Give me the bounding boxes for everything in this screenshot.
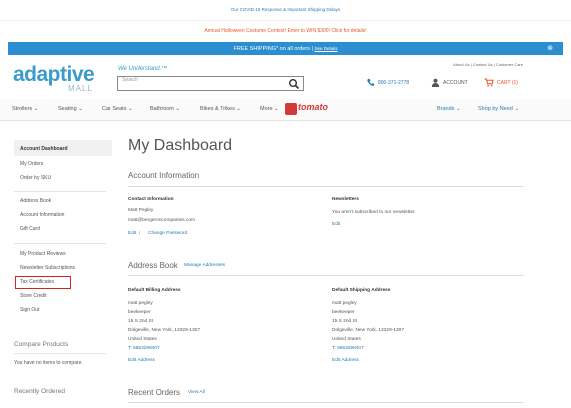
- sidebar-item-account-dashboard[interactable]: Account Dashboard: [20, 146, 68, 152]
- sidebar-item-gift-card[interactable]: Gift Card: [20, 226, 40, 232]
- tomato-brand-logo[interactable]: tomato: [298, 102, 328, 112]
- search-input[interactable]: Search: [117, 76, 304, 91]
- contact-info-label: Contact Information: [128, 197, 174, 202]
- edit-contact-link[interactable]: Edit: [128, 231, 136, 236]
- section-divider: [128, 275, 524, 276]
- shipping-line: Dolgeville, New York, 13329-1307: [332, 328, 404, 333]
- sidebar-divider: [14, 353, 106, 354]
- nav-car-seats[interactable]: Car Seats ⌄: [102, 106, 133, 112]
- tomato-logo-icon: [285, 103, 297, 115]
- compare-products-title: Compare Products: [14, 341, 69, 348]
- sidebar-item-address-book[interactable]: Address Book: [20, 198, 51, 204]
- shipping-line: matt pegley: [332, 301, 357, 306]
- cart-icon: [484, 78, 494, 87]
- shipping-line: beekeeper: [332, 310, 355, 315]
- manage-addresses-link[interactable]: Manage Addresses: [184, 263, 225, 268]
- account-info-title: Account Information: [128, 171, 200, 180]
- shipping-phone[interactable]: T: 5853298407: [332, 346, 364, 351]
- billing-line: beekeeper: [128, 310, 151, 315]
- billing-line: United States: [128, 337, 157, 342]
- recent-orders-title: Recent Orders: [128, 388, 181, 397]
- billing-address-label: Default Billing Address: [128, 288, 181, 293]
- section-divider: [128, 402, 524, 403]
- edit-newsletters-link[interactable]: Edit: [332, 222, 340, 227]
- sidebar-item-store-credit[interactable]: Store Credit: [20, 293, 47, 299]
- nav-bathroom[interactable]: Bathroom ⌄: [150, 106, 180, 112]
- sidebar-item-my-orders[interactable]: My Orders: [20, 161, 43, 167]
- see-details-link[interactable]: See Details: [314, 46, 337, 51]
- billing-line: matt pegley: [128, 301, 153, 306]
- contest-banner-link[interactable]: Annual Halloween Costume Contest! Enter …: [0, 20, 571, 40]
- main-nav: Strollers ⌄ Seating ⌄ Car Seats ⌄ Bathro…: [0, 99, 571, 121]
- phone-link[interactable]: 800-371-2778: [366, 78, 409, 87]
- covid-banner-link[interactable]: Our COVID-19 Response & Important Shippi…: [0, 0, 571, 20]
- nav-more[interactable]: More ⌄: [260, 106, 279, 112]
- address-book-title: Address Book: [128, 261, 178, 270]
- contact-name: Matt Pegley: [128, 208, 154, 213]
- sidebar-item-tax-certificates[interactable]: Tax Certificates: [20, 279, 54, 285]
- sidebar-divider: [14, 191, 106, 192]
- free-shipping-text: FREE SHIPPING* on all orders |: [233, 46, 313, 52]
- billing-line: Dolgeville, New York, 13329-1307: [128, 328, 200, 333]
- shipping-address-label: Default Shipping Address: [332, 288, 391, 293]
- nav-brands[interactable]: Brands ⌄: [437, 106, 461, 112]
- change-password-link[interactable]: Change Password: [148, 231, 187, 236]
- nav-bikes-trikes[interactable]: Bikes & Trikes ⌄: [200, 106, 241, 112]
- section-divider: [128, 186, 524, 187]
- sidebar-item-product-reviews[interactable]: My Product Reviews: [20, 251, 66, 257]
- nav-seating[interactable]: Seating ⌄: [58, 106, 83, 112]
- shipping-line: United States: [332, 337, 361, 342]
- free-shipping-bar: FREE SHIPPING* on all orders | See Detai…: [8, 42, 563, 55]
- tagline: We Understand.™: [118, 66, 168, 72]
- sidebar-divider: [14, 243, 106, 244]
- close-icon[interactable]: ⊗: [547, 42, 553, 55]
- compare-empty-text: You have no items to compare.: [14, 360, 83, 366]
- shipping-line: 15 S 2nd St: [332, 319, 358, 324]
- sidebar-item-order-by-sku[interactable]: Order by SKU: [20, 175, 51, 181]
- newsletters-status: You aren't subscribed to our newsletter.: [332, 210, 416, 215]
- page-title: My Dashboard: [128, 137, 233, 154]
- cart-link[interactable]: CART (1): [484, 78, 518, 87]
- contact-email: matt@bergeroncompanies.com: [128, 218, 195, 223]
- nav-shop-by-need[interactable]: Shop by Need ⌄: [478, 106, 519, 112]
- newsletters-label: Newsletters: [332, 197, 359, 202]
- top-links[interactable]: About Us | Contact Us | Customer Care: [453, 62, 523, 67]
- sidebar-item-sign-out[interactable]: Sign Out: [20, 307, 39, 313]
- sidebar-item-newsletter-subscriptions[interactable]: Newsletter Subscriptions: [20, 265, 75, 271]
- search-icon[interactable]: [288, 78, 300, 90]
- nav-strollers[interactable]: Strollers ⌄: [12, 106, 38, 112]
- billing-line: 15 S 2nd St: [128, 319, 154, 324]
- sidebar-item-account-information[interactable]: Account Information: [20, 212, 64, 218]
- phone-icon: [367, 78, 375, 86]
- view-all-orders-link[interactable]: View All: [188, 390, 205, 395]
- user-icon: [431, 78, 440, 87]
- separator: |: [139, 231, 141, 236]
- account-link[interactable]: ACCOUNT: [431, 78, 468, 87]
- edit-shipping-address-link[interactable]: Edit Address: [332, 358, 359, 363]
- edit-billing-address-link[interactable]: Edit Address: [128, 358, 155, 363]
- site-logo-sub: MALL: [68, 84, 93, 93]
- billing-phone[interactable]: T: 5853298407: [128, 346, 160, 351]
- recently-ordered-title: Recently Ordered: [14, 388, 65, 395]
